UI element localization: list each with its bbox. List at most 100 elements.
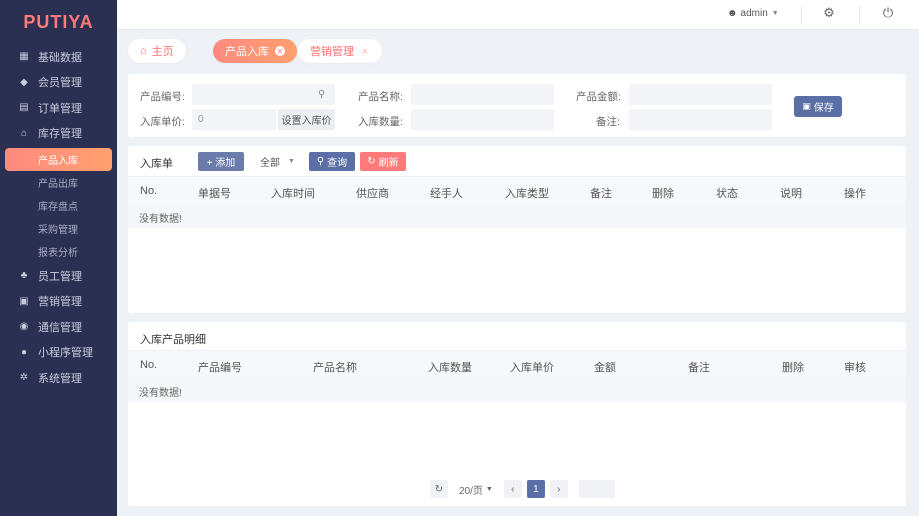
add-button[interactable]: + 添加 xyxy=(198,152,244,171)
column-header[interactable]: No. xyxy=(140,359,157,371)
query-button[interactable]: ⚲ 查询 xyxy=(309,152,355,171)
search-icon: ⚲ xyxy=(316,156,325,167)
save-button[interactable]: ▣ 保存 xyxy=(794,96,842,117)
sidebar-item-members[interactable]: ◆ 会员管理 xyxy=(0,70,117,96)
gear-icon[interactable]: ⚙ xyxy=(822,5,836,20)
sidebar-item-label: 订单管理 xyxy=(38,102,82,115)
remark-input[interactable] xyxy=(629,109,772,130)
empty-row: 没有数据! xyxy=(128,204,906,228)
sidebar-item-system[interactable]: ✲ 系统管理 xyxy=(0,365,117,391)
column-header[interactable]: 产品名称 xyxy=(313,359,357,375)
refresh-icon: ↻ xyxy=(367,156,376,167)
sidebar-item-miniapp[interactable]: ● 小程序管理 xyxy=(0,340,117,366)
chevron-down-icon: ▼ xyxy=(288,158,295,165)
close-icon[interactable]: ✕ xyxy=(275,46,285,56)
filter-select-value: 全部 xyxy=(260,158,280,169)
home-icon: ⌂ xyxy=(140,45,147,57)
unit-price-label: 入库单价: xyxy=(140,116,185,128)
inbound-detail-panel: 入库产品明细 No. 产品编号 产品名称 入库数量 入库单价 金额 备注 删除 … xyxy=(128,322,906,506)
empty-text: 没有数据! xyxy=(139,214,182,225)
topbar-divider xyxy=(801,6,802,24)
close-icon[interactable]: ✕ xyxy=(360,46,370,56)
sidebar-subitem-product-outbound[interactable]: 产品出库 xyxy=(0,171,117,194)
set-price-button[interactable]: 设置入库价 xyxy=(278,109,335,130)
chevron-right-icon[interactable]: › xyxy=(549,480,568,498)
sidebar-item-label: 营销管理 xyxy=(38,296,82,309)
sidebar-item-basic-data[interactable]: ▦ 基础数据 xyxy=(0,44,117,70)
table-header: No. 产品编号 产品名称 入库数量 入库单价 金额 备注 删除 审核 xyxy=(128,350,906,378)
column-header[interactable]: 产品编号 xyxy=(198,359,242,375)
query-button-label: 查询 xyxy=(327,158,348,169)
sidebar-subitem-purchase[interactable]: 采购管理 xyxy=(0,217,117,240)
quantity-input[interactable] xyxy=(411,109,554,130)
sidebar-item-orders[interactable]: ▤ 订单管理 xyxy=(0,95,117,121)
user-menu[interactable]: ☻ admin ▼ xyxy=(727,8,779,19)
sidebar-item-inventory[interactable]: ⌂ 库存管理 xyxy=(0,121,117,147)
sidebar-item-staff[interactable]: ♣ 员工管理 xyxy=(0,263,117,289)
grid-icon: ▦ xyxy=(19,51,29,63)
sidebar-item-messaging[interactable]: ◉ 通信管理 xyxy=(0,314,117,340)
column-header[interactable]: 说明 xyxy=(780,185,802,201)
save-button-label: 保存 xyxy=(813,103,834,114)
tab-label: 营销管理 xyxy=(310,46,354,58)
sidebar-subitem-stock-check[interactable]: 库存盘点 xyxy=(0,194,117,217)
save-icon: ▣ xyxy=(802,101,811,111)
refresh-button[interactable]: ↻ 刷新 xyxy=(360,152,406,171)
sidebar-item-marketing[interactable]: ▣ 营销管理 xyxy=(0,289,117,315)
sidebar-item-label: 会员管理 xyxy=(38,77,82,90)
column-header[interactable]: 状态 xyxy=(716,185,738,201)
column-header[interactable]: 删除 xyxy=(652,185,674,201)
product-amount-input[interactable] xyxy=(629,84,772,105)
filter-select[interactable]: 全部 ▼ xyxy=(260,152,295,171)
empty-text: 没有数据! xyxy=(139,388,182,399)
inventory-submenu: 产品入库 产品出库 库存盘点 采购管理 报表分析 xyxy=(0,148,117,263)
sidebar-subitem-reports[interactable]: 报表分析 xyxy=(0,240,117,263)
tab-home[interactable]: ⌂ 主页 xyxy=(128,39,186,63)
search-icon[interactable]: ⚲ xyxy=(318,89,325,100)
page-number-current[interactable]: 1 xyxy=(526,480,545,498)
chevron-down-icon: ▼ xyxy=(485,485,493,493)
tab-product-inbound[interactable]: 产品入库 ✕ xyxy=(213,39,297,63)
page-size-value: 20/页 xyxy=(459,485,483,497)
staff-icon: ♣ xyxy=(20,270,28,282)
tab-label: 主页 xyxy=(151,46,174,58)
column-header[interactable]: 审核 xyxy=(844,359,866,375)
column-header[interactable]: 删除 xyxy=(782,359,804,375)
column-header[interactable]: No. xyxy=(140,185,157,197)
column-header[interactable]: 入库单价 xyxy=(510,359,554,375)
user-icon: ☻ xyxy=(727,8,738,19)
column-header[interactable]: 备注 xyxy=(688,359,710,375)
miniapp-icon: ● xyxy=(20,346,28,358)
column-header[interactable]: 经手人 xyxy=(430,185,463,201)
user-name: admin xyxy=(740,8,768,19)
page-jump-input[interactable] xyxy=(578,480,615,498)
product-code-label: 产品编号: xyxy=(140,91,185,103)
gift-icon: ▣ xyxy=(19,295,29,307)
product-name-input[interactable] xyxy=(411,84,554,105)
remark-label: 备注: xyxy=(596,116,620,128)
column-header[interactable]: 单据号 xyxy=(198,185,231,201)
message-icon: ◉ xyxy=(19,321,29,333)
diamond-icon: ◆ xyxy=(20,76,28,88)
topbar: ☻ admin ▼ ⚙ ⏻ xyxy=(117,0,919,30)
page-size-select[interactable]: 20/页 ▼ xyxy=(453,482,499,497)
list-icon: ▤ xyxy=(19,102,29,114)
refresh-icon[interactable]: ↻ xyxy=(430,480,448,498)
column-header[interactable]: 操作 xyxy=(844,185,866,201)
sidebar-subitem-product-inbound[interactable]: 产品入库 xyxy=(5,148,112,171)
column-header[interactable]: 金额 xyxy=(594,359,616,375)
product-code-input[interactable] xyxy=(192,84,335,105)
product-name-label: 产品名称: xyxy=(358,91,403,103)
unit-price-input[interactable]: 0 xyxy=(192,109,276,130)
column-header[interactable]: 供应商 xyxy=(356,185,389,201)
column-header[interactable]: 入库数量 xyxy=(428,359,472,375)
inbound-list-panel: 入库单 + 添加 全部 ▼ ⚲ 查询 ↻ 刷新 No. 单据号 入库时间 供应商… xyxy=(128,146,906,313)
sidebar-item-label: 库存管理 xyxy=(38,128,82,141)
power-icon[interactable]: ⏻ xyxy=(881,5,895,20)
tab-marketing[interactable]: 营销管理 ✕ xyxy=(298,39,382,63)
column-header[interactable]: 入库类型 xyxy=(505,185,549,201)
column-header[interactable]: 入库时间 xyxy=(271,185,315,201)
chevron-left-icon[interactable]: ‹ xyxy=(503,480,522,498)
column-header[interactable]: 备注 xyxy=(590,185,612,201)
tab-label: 产品入库 xyxy=(225,46,269,58)
